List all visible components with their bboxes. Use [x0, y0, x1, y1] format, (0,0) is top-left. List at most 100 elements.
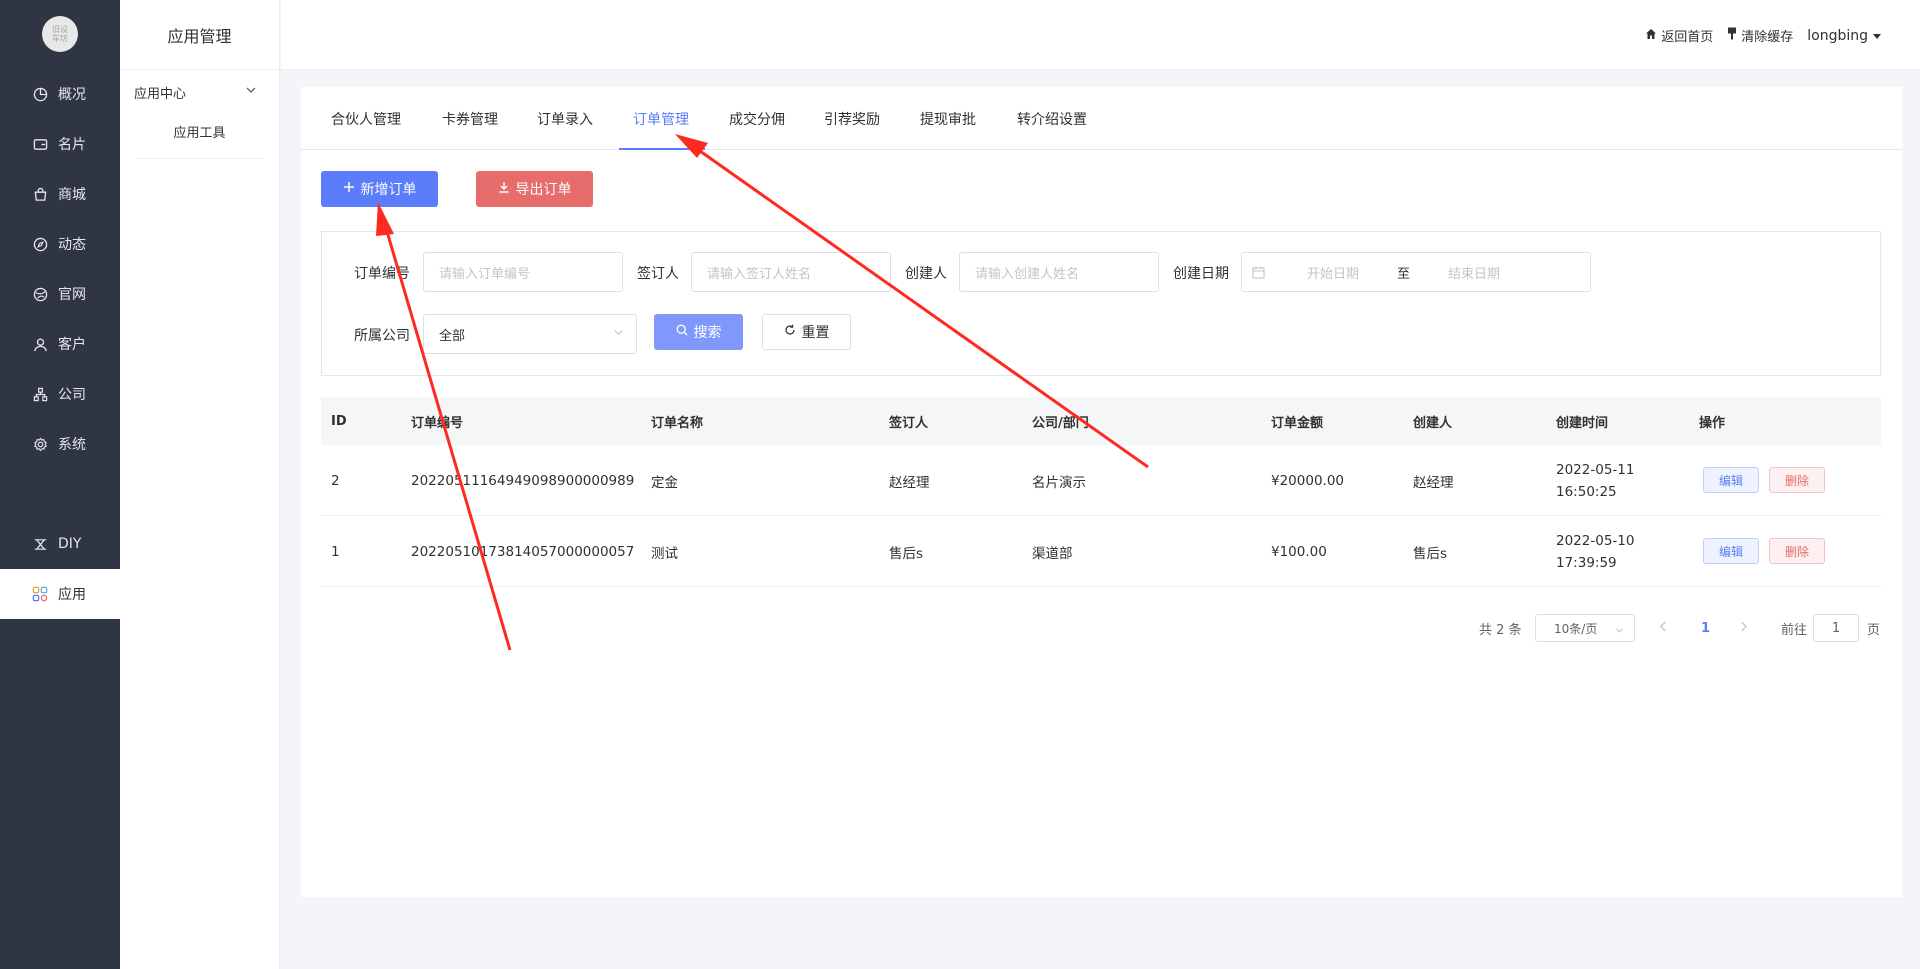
submenu-group-app-center[interactable]: 应用中心 [120, 70, 279, 114]
sidebar-item-diy[interactable]: DIY [0, 519, 120, 569]
tab-referral-reward[interactable]: 引荐奖励 [824, 87, 880, 150]
goto-suffix: 页 [1867, 622, 1881, 638]
main-sidebar: 旧设 车坊 概况 名片 商城 动态 官网 客户 公司 系统 DIY 应用 [0, 0, 120, 969]
brush-icon [1727, 27, 1737, 44]
col-amount: 订单金额 [1271, 415, 1324, 431]
page-size-value: 10条/页 [1554, 621, 1598, 636]
sidebar-item-website[interactable]: 官网 [0, 269, 120, 319]
table-row: 2 20220511164949098900000989 定金 赵经理 名片演示… [321, 445, 1881, 516]
prev-page-button[interactable] [1659, 614, 1668, 642]
cell-order-no: 20220511164949098900000989 [411, 472, 635, 489]
sidebar-item-label: 动态 [58, 237, 86, 253]
company-select[interactable]: 全部 [423, 314, 637, 354]
cell-id: 1 [331, 543, 340, 560]
export-order-button[interactable]: 导出订单 [476, 171, 593, 207]
diy-icon [32, 536, 48, 552]
cell-order-name: 测试 [651, 545, 678, 562]
pie-chart-icon [32, 86, 48, 102]
sidebar-item-customer[interactable]: 客户 [0, 319, 120, 369]
sidebar-item-label: 应用 [58, 587, 86, 603]
calendar-icon [1252, 266, 1265, 279]
globe-icon [32, 286, 48, 302]
compass-icon [32, 236, 48, 252]
col-actions: 操作 [1699, 415, 1726, 431]
sidebar-item-label: 客户 [58, 337, 86, 353]
secondary-menu: 应用管理 应用中心 应用工具 [120, 0, 280, 969]
caret-down-icon [1872, 28, 1882, 44]
tab-commission[interactable]: 成交分佣 [729, 87, 785, 150]
home-link[interactable]: 返回首页 [1645, 26, 1713, 45]
chevron-down-icon [613, 327, 624, 342]
sidebar-item-apps[interactable]: 应用 [0, 569, 120, 619]
refresh-icon [784, 324, 796, 340]
cell-amount: ¥100.00 [1271, 543, 1327, 560]
col-created-time: 创建时间 [1556, 415, 1609, 431]
order-no-input[interactable]: 请输入订单编号 [423, 252, 623, 292]
submenu-group-label: 应用中心 [134, 86, 187, 102]
page-size-select[interactable]: 10条/页 [1535, 614, 1635, 642]
cell-creator: 赵经理 [1413, 474, 1454, 491]
chevron-left-icon [1659, 621, 1668, 636]
goto-page-input[interactable]: 1 [1813, 614, 1859, 642]
plus-icon [343, 181, 355, 197]
home-icon [1645, 28, 1657, 44]
date-range-picker[interactable]: 开始日期 至 结束日期 [1241, 252, 1591, 292]
apps-icon [32, 586, 48, 602]
search-button[interactable]: 搜索 [654, 314, 743, 350]
signer-label: 签订人 [637, 266, 679, 282]
cell-dept: 名片演示 [1032, 474, 1086, 491]
created-date: 2022-05-10 [1556, 532, 1635, 549]
sidebar-item-moments[interactable]: 动态 [0, 219, 120, 269]
cell-signer: 赵经理 [889, 474, 930, 491]
page-number-current[interactable]: 1 [1701, 614, 1710, 642]
active-tab-indicator [619, 148, 705, 150]
table-header: ID 订单编号 订单名称 签订人 公司/部门 订单金额 创建人 创建时间 操作 [321, 397, 1881, 445]
tab-coupon[interactable]: 卡券管理 [442, 87, 498, 150]
end-date-input[interactable]: 结束日期 [1448, 263, 1500, 282]
reset-button[interactable]: 重置 [762, 314, 851, 350]
cell-amount: ¥20000.00 [1271, 472, 1345, 489]
start-date-input[interactable]: 开始日期 [1307, 263, 1359, 282]
tab-order-management[interactable]: 订单管理 [633, 87, 689, 150]
add-order-button[interactable]: 新增订单 [321, 171, 438, 207]
cell-order-name: 定金 [651, 474, 678, 491]
creator-input[interactable]: 请输入创建人姓名 [959, 252, 1159, 292]
tab-bar: 合伙人管理 卡券管理 订单录入 订单管理 成交分佣 引荐奖励 提现审批 转介绍设… [301, 87, 1902, 150]
col-creator: 创建人 [1413, 415, 1453, 431]
sidebar-item-shop[interactable]: 商城 [0, 169, 120, 219]
tab-withdraw-approval[interactable]: 提现审批 [920, 87, 976, 150]
edit-button[interactable]: 编辑 [1703, 538, 1759, 564]
cell-created-time: 2022-05-11 16:50:25 [1556, 445, 1634, 516]
edit-button[interactable]: 编辑 [1703, 467, 1759, 493]
username: longbing [1807, 27, 1868, 44]
sidebar-item-overview[interactable]: 概况 [0, 69, 120, 119]
filter-panel: 订单编号 请输入订单编号 签订人 请输入签订人姓名 创建人 请输入创建人姓名 创… [321, 231, 1881, 376]
tab-order-entry[interactable]: 订单录入 [537, 87, 593, 150]
tab-partner[interactable]: 合伙人管理 [331, 87, 401, 150]
pagination-total: 共 2 条 [1479, 622, 1522, 638]
col-dept: 公司/部门 [1032, 415, 1089, 431]
divider [136, 158, 263, 159]
sidebar-item-company[interactable]: 公司 [0, 369, 120, 419]
chevron-down-icon [1615, 624, 1624, 638]
user-icon [32, 336, 48, 352]
reset-label: 重置 [801, 325, 830, 341]
user-menu[interactable]: longbing [1807, 28, 1882, 44]
delete-button[interactable]: 删除 [1769, 467, 1825, 493]
next-page-button[interactable] [1739, 614, 1748, 642]
clear-cache-link[interactable]: 清除缓存 [1727, 26, 1793, 45]
export-order-label: 导出订单 [515, 182, 572, 198]
submenu-item-app-tools[interactable]: 应用工具 [120, 114, 279, 148]
delete-button[interactable]: 删除 [1769, 538, 1825, 564]
sidebar-item-label: 系统 [58, 437, 86, 453]
date-label: 创建日期 [1173, 266, 1229, 282]
chevron-right-icon [1739, 621, 1748, 636]
tab-referral-settings[interactable]: 转介绍设置 [1017, 87, 1087, 150]
home-link-label: 返回首页 [1661, 30, 1714, 45]
header-actions: 返回首页 清除缓存 longbing [1645, 26, 1882, 45]
cell-dept: 渠道部 [1032, 545, 1073, 562]
sidebar-item-system[interactable]: 系统 [0, 419, 120, 469]
table-row: 1 20220510173814057000000057 测试 售后s 渠道部 … [321, 516, 1881, 587]
signer-input[interactable]: 请输入签订人姓名 [691, 252, 891, 292]
sidebar-item-card[interactable]: 名片 [0, 119, 120, 169]
